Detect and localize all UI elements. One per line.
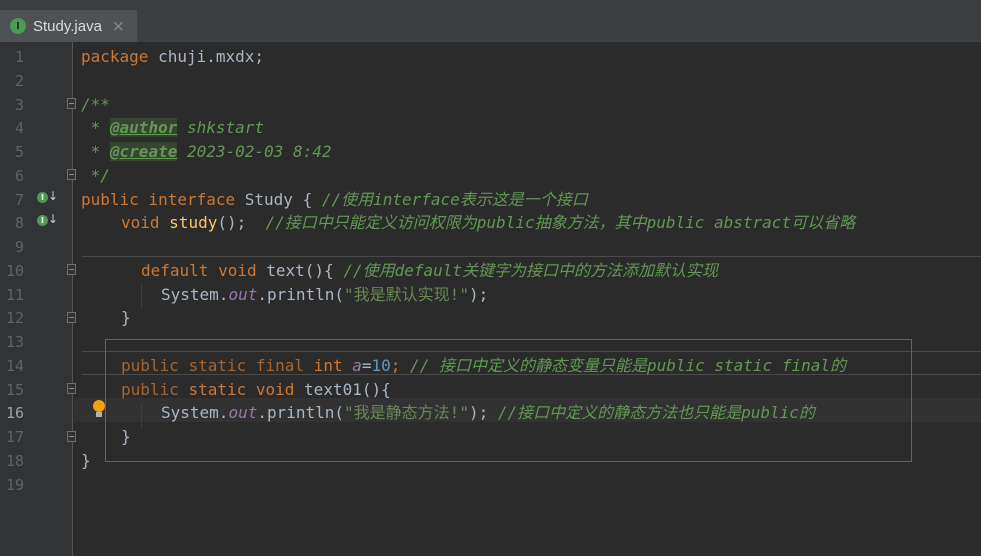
punctuation: ); — [468, 285, 489, 304]
code-line-10: default void text(){ //使用default关键字为接口中的… — [141, 259, 718, 283]
line-number: 13 — [5, 333, 24, 351]
line-number: 12 — [5, 309, 24, 327]
line-comment: //使用interface表示这是一个接口 — [321, 190, 588, 209]
string-literal: "我是默认实现!" — [344, 285, 469, 304]
method-separator — [82, 256, 981, 257]
method-name: study — [169, 213, 218, 232]
code-line-5: * @create 2023-02-03 8:42 — [81, 140, 331, 164]
line-number: 1 — [14, 48, 24, 66]
keyword: void — [218, 261, 257, 280]
tab-study-java[interactable]: I Study.java × — [0, 10, 137, 42]
javadoc-text: shkstart — [177, 118, 265, 137]
implemented-by-icon[interactable]: I ↓ — [37, 189, 58, 205]
tab-title: Study.java — [33, 17, 102, 35]
line-number: 5 — [14, 143, 24, 161]
line-comment: //使用default关键字为接口中的方法添加默认实现 — [343, 261, 719, 280]
keyword: public — [81, 190, 139, 209]
method-call: .println( — [257, 285, 345, 304]
code-line-18: } — [81, 449, 91, 473]
code-line-6: */ — [81, 164, 110, 188]
punctuation: (); — [217, 213, 266, 232]
brace: } — [121, 308, 131, 327]
line-number: 17 — [5, 428, 24, 446]
punctuation: (){ — [304, 261, 344, 280]
javadoc-star: * — [81, 118, 110, 137]
editor-tab-bar: I Study.java × — [0, 0, 981, 43]
javadoc-text: 2023-02-03 8:42 — [177, 142, 332, 161]
javadoc-open: /** — [81, 95, 110, 114]
line-number: 19 — [5, 476, 24, 494]
method-name: text — [266, 261, 305, 280]
code-line-7: public interface Study { //使用interface表示… — [81, 188, 588, 212]
line-number: 6 — [14, 167, 24, 185]
fold-icon[interactable] — [67, 431, 76, 442]
javadoc-close: */ — [81, 166, 110, 185]
java-interface-icon: I — [10, 18, 26, 34]
lightbulb-icon[interactable] — [92, 400, 106, 420]
fold-icon[interactable] — [67, 264, 76, 275]
code-line-11: System.out.println("我是默认实现!"); — [161, 283, 488, 307]
keyword: interface — [148, 190, 236, 209]
line-number: 4 — [14, 119, 24, 137]
close-icon[interactable]: × — [112, 17, 125, 35]
line-number: 3 — [14, 96, 24, 114]
line-number: 7 — [14, 191, 24, 209]
implemented-by-icon[interactable]: I ↓ — [37, 212, 58, 228]
keyword: default — [141, 261, 209, 280]
code-line-4: * @author shkstart — [81, 116, 264, 140]
fold-icon[interactable] — [67, 312, 76, 323]
keyword: package — [81, 47, 149, 66]
line-number: 9 — [14, 238, 24, 256]
line-number: 14 — [5, 357, 24, 375]
line-number: 11 — [5, 286, 24, 304]
static-field: out — [228, 285, 258, 304]
class-ref: System. — [161, 285, 229, 304]
code-line-12: } — [121, 306, 131, 330]
javadoc-tag: @author — [109, 118, 178, 137]
code-line-8: void study(); //接口中只能定义访问权限为public抽象方法，其… — [121, 211, 855, 235]
fold-icon[interactable] — [67, 383, 76, 394]
line-number: 2 — [14, 72, 24, 90]
interface-name: Study { — [235, 190, 322, 209]
line-number: 10 — [5, 262, 24, 280]
brace: } — [81, 451, 91, 470]
code-line-3: /** — [81, 93, 110, 117]
indent-guide — [141, 284, 142, 308]
code-line-1: package chuji.mxdx; — [81, 45, 264, 69]
javadoc-tag: @create — [109, 142, 178, 161]
annotation-highlight-box — [105, 339, 912, 462]
line-number: 8 — [14, 214, 24, 232]
package-name: chuji.mxdx; — [148, 47, 265, 66]
javadoc-star: * — [81, 142, 110, 161]
line-number: 15 — [5, 381, 24, 399]
line-number-current: 16 — [5, 404, 24, 422]
fold-icon[interactable] — [67, 98, 76, 109]
keyword: void — [121, 213, 160, 232]
fold-icon[interactable] — [67, 169, 76, 180]
line-comment: //接口中只能定义访问权限为public抽象方法，其中public abstra… — [265, 213, 856, 232]
line-number: 18 — [5, 452, 24, 470]
